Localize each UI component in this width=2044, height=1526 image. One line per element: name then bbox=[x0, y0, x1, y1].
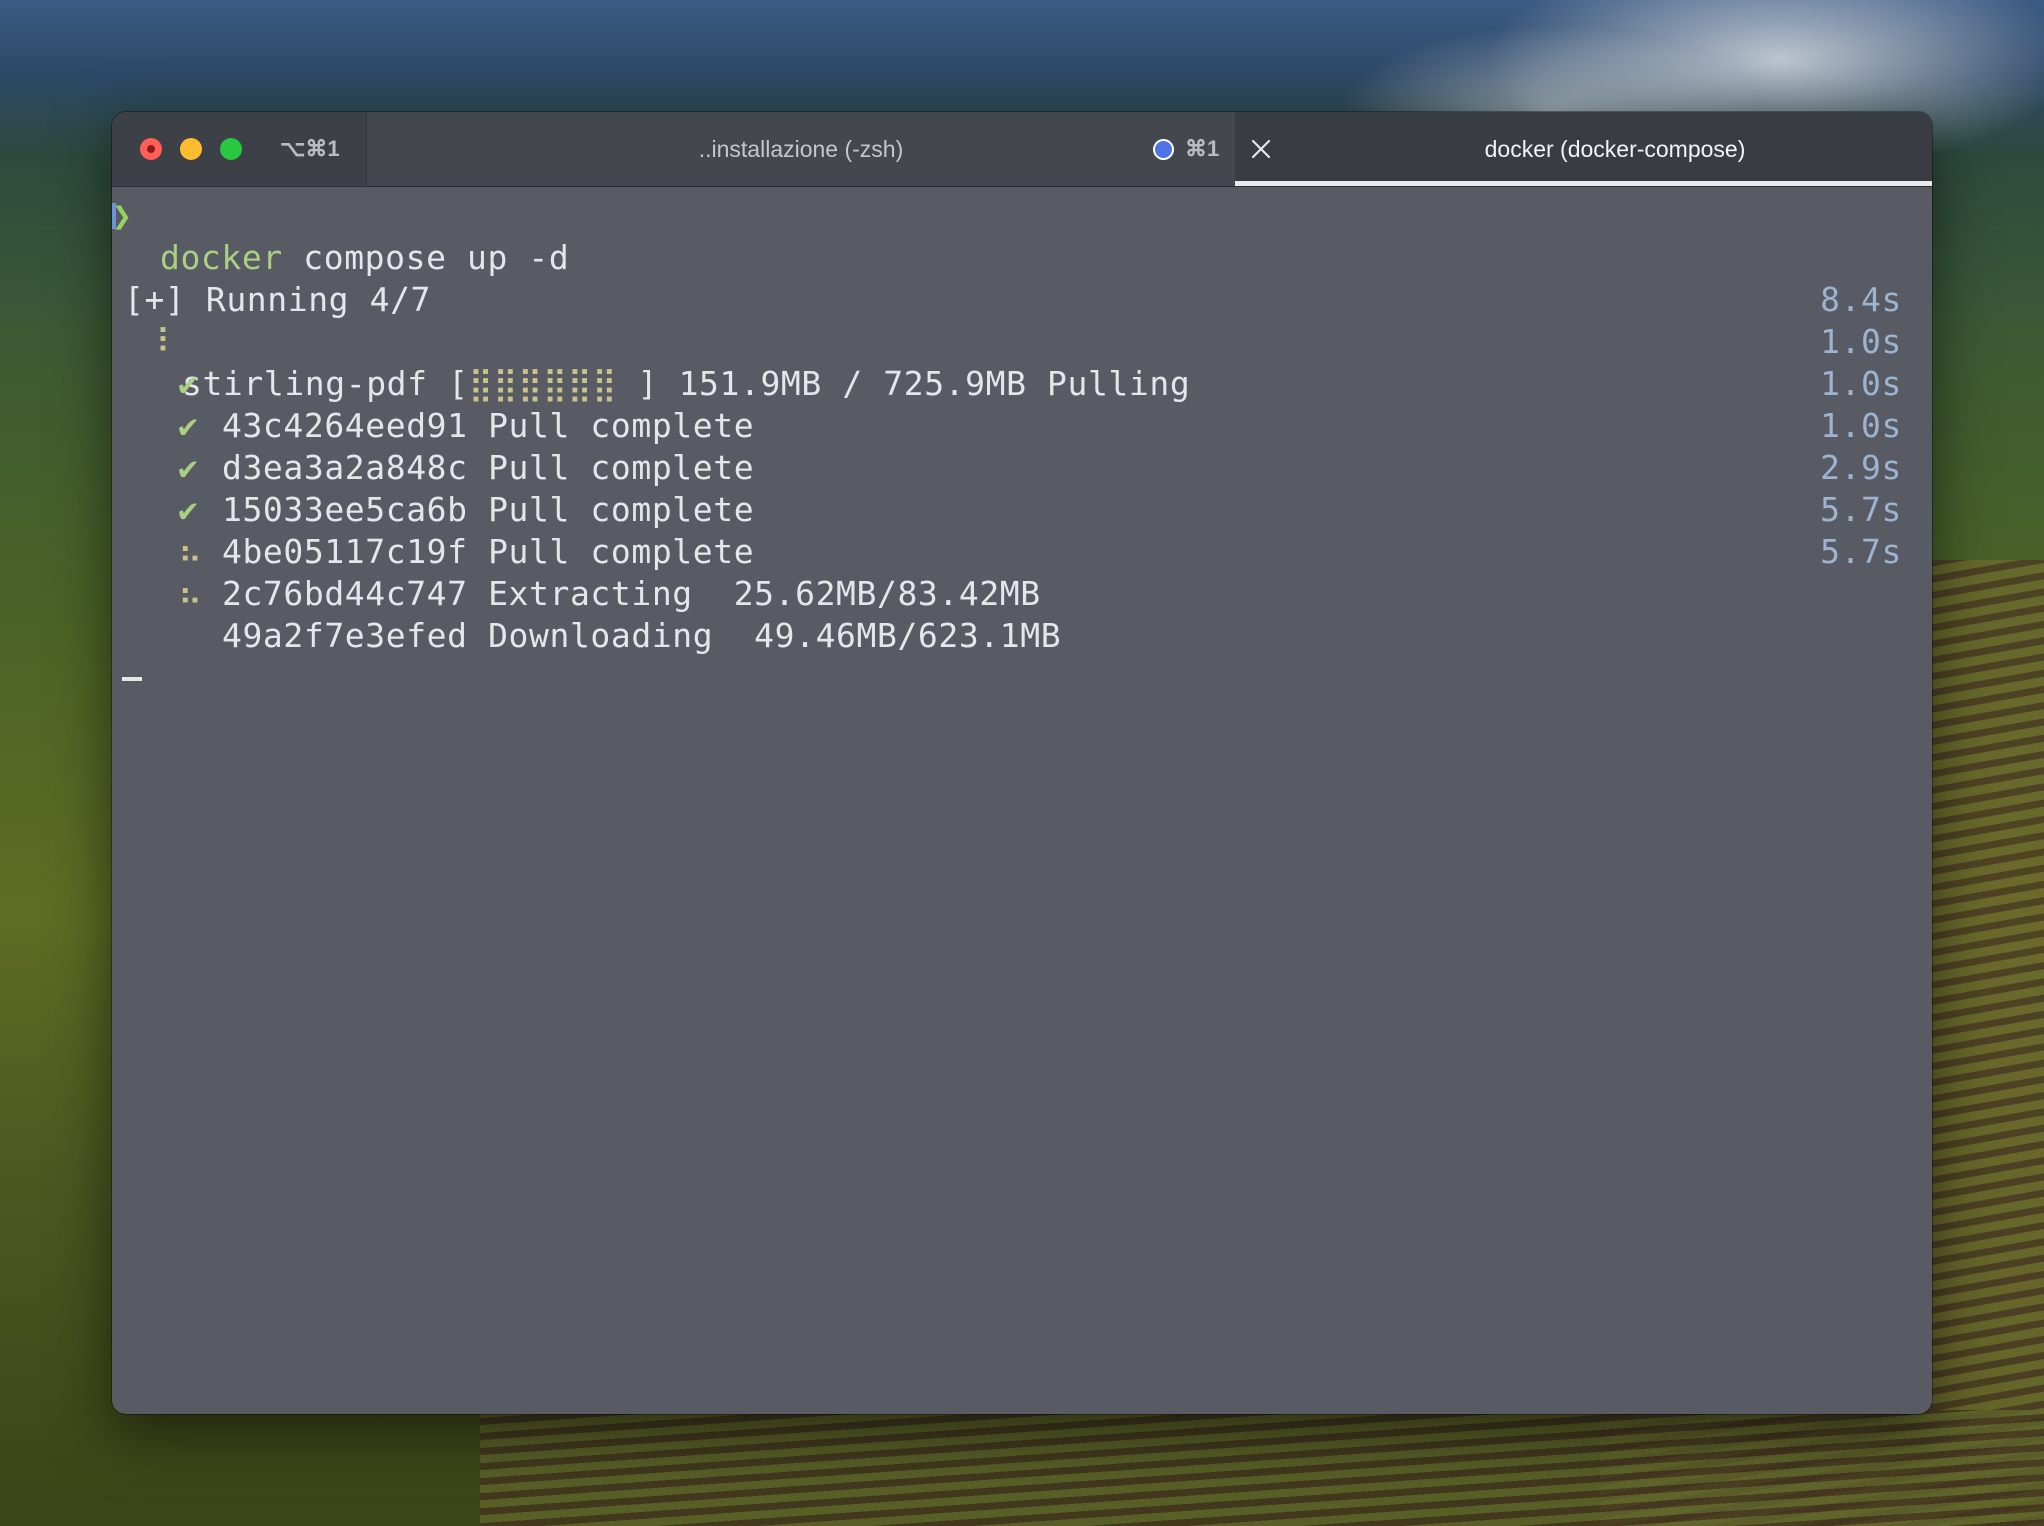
elapsed-time: 1.0s bbox=[1820, 364, 1902, 403]
activity-indicator-icon bbox=[1153, 139, 1174, 160]
desktop-wallpaper-fields bbox=[480, 1410, 2044, 1526]
active-tab-indicator bbox=[1235, 181, 1932, 186]
layer-row: ⠦ 2c76bd44c747 Extracting 25.62MB/83.42M… bbox=[112, 489, 1932, 613]
command-line: ❯ docker compose up -d bbox=[112, 195, 1932, 277]
close-window-button[interactable] bbox=[140, 138, 162, 160]
status-line: [+] Running 4/7 bbox=[112, 237, 1932, 319]
tab-title: ..installazione (-zsh) bbox=[698, 136, 904, 162]
layer-status: Extracting 25.62MB/83.42MB bbox=[488, 574, 1041, 613]
layer-row: ✔ 15033ee5ca6b Pull complete 1.0s bbox=[112, 405, 1932, 529]
window-shortcut-label: ⌥⌘1 bbox=[280, 136, 340, 161]
text-cursor bbox=[122, 677, 142, 681]
tab-title: docker (docker-compose) bbox=[1484, 136, 1746, 162]
layer-row: ⠦ 49a2f7e3efed Downloading 49.46MB/623.1… bbox=[112, 531, 1932, 655]
layer-id: 2c76bd44c747 bbox=[222, 574, 468, 613]
prompt-icon: ❯ bbox=[112, 196, 133, 235]
layer-row: ✔ 4be05117c19f Pull complete 2.9s bbox=[112, 447, 1932, 571]
elapsed-time: 1.0s bbox=[1820, 406, 1902, 445]
layer-row: ✔ d3ea3a2a848c Pull complete 1.0s bbox=[112, 363, 1932, 487]
layer-row: ✔ 43c4264eed91 Pull complete 1.0s bbox=[112, 321, 1932, 445]
spinner-icon: ⠦ bbox=[178, 574, 203, 613]
terminal-output[interactable]: ❯ docker compose up -d [+] Running 4/7 ⠸ … bbox=[112, 187, 1932, 1414]
layer-id: 49a2f7e3efed bbox=[222, 616, 468, 655]
elapsed-time: 5.7s bbox=[1820, 532, 1902, 571]
layer-status: Downloading 49.46MB/623.1MB bbox=[488, 616, 1062, 655]
tab-shortcut: ⌘1 bbox=[1185, 136, 1220, 161]
elapsed-time: 1.0s bbox=[1820, 322, 1902, 361]
zoom-window-button[interactable] bbox=[220, 138, 242, 160]
elapsed-time: 2.9s bbox=[1820, 448, 1902, 487]
terminal-window: ⌥⌘1 ..installazione (-zsh) ⌘1 docker (do… bbox=[112, 112, 1932, 1414]
minimize-window-button[interactable] bbox=[180, 138, 202, 160]
tab-docker[interactable]: docker (docker-compose) ⌘2 bbox=[1235, 112, 1932, 186]
elapsed-time: 5.7s bbox=[1820, 490, 1902, 529]
tab-installazione[interactable]: ..installazione (-zsh) ⌘1 bbox=[366, 112, 1236, 186]
elapsed-time: 8.4s bbox=[1820, 280, 1902, 319]
title-bar: ⌥⌘1 ..installazione (-zsh) ⌘1 docker (do… bbox=[112, 112, 1932, 187]
service-row: ⠸ stirling-pdf [⣿⣿⣿⣿⣿⣿ ] 151.9MB / 725.9… bbox=[112, 279, 1932, 403]
